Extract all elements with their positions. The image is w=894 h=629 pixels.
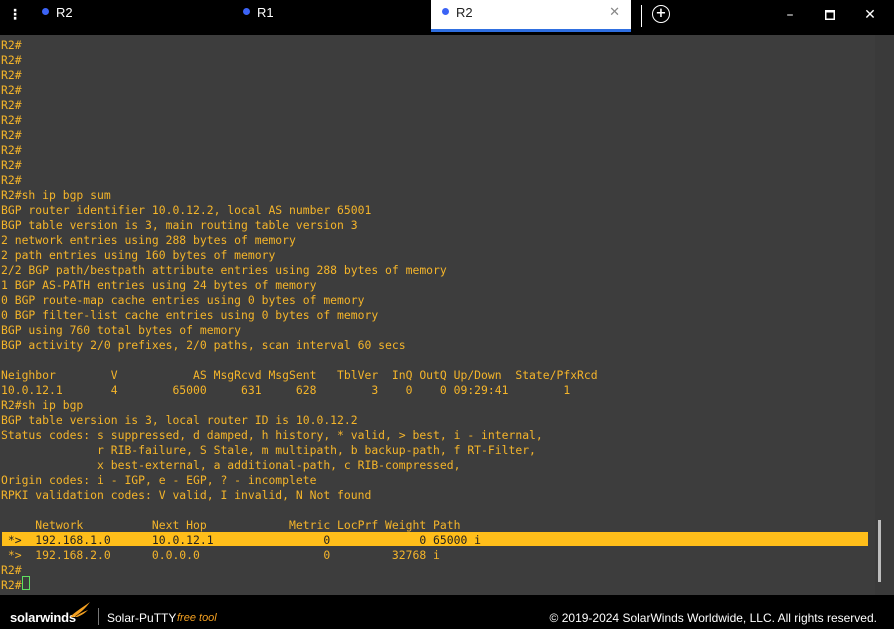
terminal-line: BGP table version is 3, local router ID … [1, 413, 358, 427]
terminal-line: R2# [1, 53, 22, 67]
terminal-line: 1 BGP AS-PATH entries using 24 bytes of … [1, 278, 317, 292]
vertical-dots-icon[interactable]: ⋮ [8, 5, 22, 25]
terminal-line: RPKI validation codes: V valid, I invali… [1, 488, 372, 502]
session-dot-icon [442, 8, 449, 15]
terminal-line: Origin codes: i - IGP, e - EGP, ? - inco… [1, 473, 317, 487]
terminal-line: R2# [1, 98, 22, 112]
terminal-line: 0 BGP route-map cache entries using 0 by… [1, 293, 365, 307]
terminal-line: R2# [1, 113, 22, 127]
terminal-line: R2# [1, 38, 22, 52]
title-bar: ⋮ R2 R1 R2 ✕ + – ✕ [0, 0, 894, 32]
terminal-line: 10.0.12.1 4 65000 631 628 3 0 0 09:29:41… [1, 383, 571, 397]
terminal-line: R2#sh ip bgp sum [1, 188, 111, 202]
terminal-line: R2# [1, 563, 22, 577]
terminal-line: BGP activity 2/0 prefixes, 2/0 paths, sc… [1, 338, 406, 352]
terminal-line: BGP table version is 3, main routing tab… [1, 218, 358, 232]
plus-circle-icon[interactable]: + [652, 5, 670, 23]
terminal-line: 2 network entries using 288 bytes of mem… [1, 233, 296, 247]
terminal-line: *> 192.168.2.0 0.0.0.0 0 32768 i [1, 548, 440, 562]
solarwinds-bird-icon [70, 602, 90, 617]
terminal-line: Status codes: s suppressed, d damped, h … [1, 428, 543, 442]
terminal-line: R2# [1, 143, 22, 157]
terminal-line: BGP using 760 total bytes of memory [1, 323, 242, 337]
footer: solarwinds Solar-PuTTY free tool © 2019-… [0, 600, 894, 629]
scrollbar-thumb[interactable] [878, 520, 881, 582]
close-icon[interactable]: ✕ [609, 5, 620, 20]
terminal-line: R2# [1, 83, 22, 97]
terminal-line: 2/2 BGP path/bestpath attribute entries … [1, 263, 447, 277]
active-tab-indicator [431, 29, 631, 32]
tab-label: R2 [456, 5, 473, 20]
tab-r2-active[interactable]: R2 ✕ [431, 0, 631, 32]
terminal-line: 0 BGP filter-list cache entries using 0 … [1, 308, 379, 322]
terminal-line: R2# [1, 128, 22, 142]
tab-r2-first[interactable]: R2 [30, 0, 230, 32]
session-dot-icon [243, 8, 250, 15]
tab-label: R1 [257, 5, 274, 20]
tab-label: R2 [56, 5, 73, 20]
terminal-line: BGP router identifier 10.0.12.2, local A… [1, 203, 372, 217]
terminal-line: 2 path entries using 160 bytes of memory [1, 248, 276, 262]
copyright-text: © 2019-2024 SolarWinds Worldwide, LLC. A… [549, 611, 877, 625]
terminal-line: Neighbor V AS MsgRcvd MsgSent TblVer InQ… [1, 368, 598, 382]
scrollbar[interactable] [875, 35, 894, 595]
terminal-line: R2# [1, 68, 22, 82]
footer-divider [98, 608, 99, 625]
terminal-line: R2# [1, 578, 22, 592]
terminal-line: x best-external, a additional-path, c RI… [1, 458, 461, 472]
tab-divider [641, 5, 642, 27]
terminal-line: R2# [1, 158, 22, 172]
terminal-line: Network Next Hop Metric LocPrf Weight Pa… [1, 518, 461, 532]
product-name: Solar-PuTTY [107, 611, 177, 625]
terminal-line: R2#sh ip bgp [1, 398, 84, 412]
brand-logo: solarwinds [10, 610, 76, 625]
tab-r1[interactable]: R1 [231, 0, 431, 32]
session-dot-icon [42, 8, 49, 15]
terminal-output[interactable]: R2# R2# R2# R2# R2# R2# R2# R2# R2# R2# R2#sh ip b… [0, 35, 875, 595]
maximize-icon[interactable] [817, 4, 843, 26]
terminal-line: r RIB-failure, S Stale, m multipath, b b… [1, 443, 536, 457]
minimize-icon[interactable]: – [777, 4, 803, 26]
terminal-line: *> 192.168.1.0 10.0.12.1 0 0 65000 i [1, 533, 482, 547]
terminal-line: R2# [1, 173, 22, 187]
close-icon[interactable]: ✕ [857, 4, 883, 26]
free-tool-label: free tool [177, 612, 217, 624]
terminal-cursor [22, 576, 30, 590]
